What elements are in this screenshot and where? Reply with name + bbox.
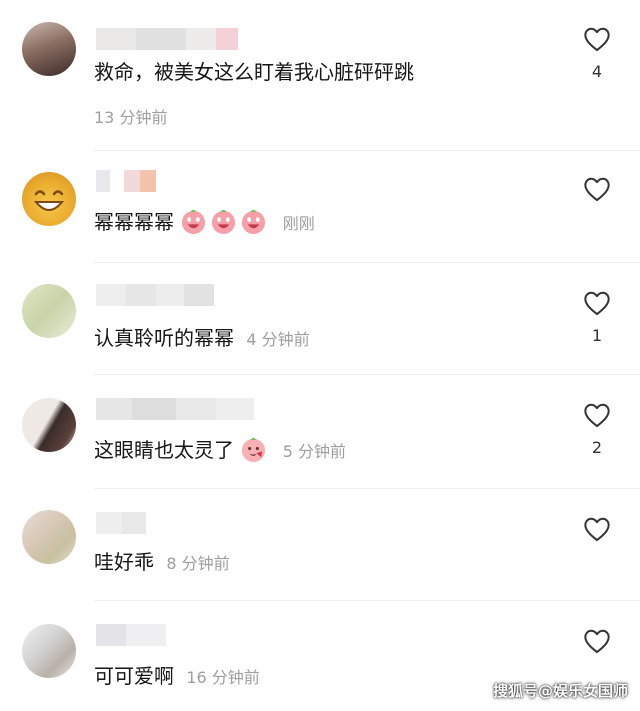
comment-item: 幂幂幂幂 刚刚	[0, 150, 640, 262]
like-count: 1	[591, 326, 603, 345]
like-count: 4	[591, 62, 603, 81]
avatar[interactable]	[22, 284, 76, 338]
comment-time: 16 分钟前	[186, 668, 260, 687]
comment-content: 幂幂幂幂	[94, 210, 174, 234]
username-blurred[interactable]	[96, 398, 254, 420]
like-button[interactable]: 2	[581, 402, 613, 457]
like-button[interactable]: 1	[581, 290, 613, 345]
username-blurred[interactable]	[96, 28, 238, 50]
like-button[interactable]	[581, 176, 613, 212]
username-blurred[interactable]	[96, 170, 156, 192]
comment-time: 5 分钟前	[282, 442, 346, 461]
comment-content: 可可爱啊	[94, 664, 174, 688]
comment-item: 救命，被美女这么盯着我心脏砰砰跳 13 分钟前 4	[0, 0, 640, 150]
username-blurred[interactable]	[96, 512, 146, 534]
like-button[interactable]	[581, 516, 613, 552]
username-blurred[interactable]	[96, 624, 166, 646]
laughing-face-icon	[33, 190, 65, 211]
like-count: 2	[591, 438, 603, 457]
comment-time: 4 分钟前	[246, 330, 310, 349]
pink-peach-face-icon	[212, 209, 236, 235]
watermark: 搜狐号@娱乐女国师	[492, 682, 628, 700]
like-button[interactable]	[581, 628, 613, 664]
heart-outline-icon	[584, 27, 610, 52]
avatar[interactable]	[22, 172, 76, 226]
comment-text: 救命，被美女这么盯着我心脏砰砰跳	[94, 58, 414, 86]
comment-content: 这眼睛也太灵了	[94, 438, 234, 462]
heart-outline-icon	[584, 177, 610, 202]
comment-content: 救命，被美女这么盯着我心脏砰砰跳	[94, 60, 414, 84]
comment-item: 哇好乖 8 分钟前	[0, 488, 640, 600]
comment-text: 幂幂幂幂 刚刚	[94, 208, 315, 238]
comment-time: 13 分钟前	[94, 108, 168, 127]
username-blurred[interactable]	[96, 284, 214, 306]
comment-time: 刚刚	[282, 214, 315, 233]
avatar[interactable]	[22, 510, 76, 564]
heart-outline-icon	[584, 517, 610, 542]
like-button[interactable]: 4	[581, 26, 613, 81]
comment-content: 哇好乖	[94, 550, 154, 574]
avatar[interactable]	[22, 22, 76, 76]
heart-outline-icon	[584, 629, 610, 654]
pink-peach-face-icon	[242, 437, 266, 463]
comment-text: 哇好乖 8 分钟前	[94, 548, 230, 578]
comment-text: 认真聆听的幂幂 4 分钟前	[94, 324, 310, 354]
comment-item: 这眼睛也太灵了 5 分钟前 2	[0, 374, 640, 488]
pink-peach-face-icon	[242, 209, 266, 235]
pink-peach-face-icon	[182, 209, 206, 235]
heart-outline-icon	[584, 403, 610, 428]
comment-text: 可可爱啊 16 分钟前	[94, 662, 260, 692]
comment-content: 认真聆听的幂幂	[94, 326, 234, 350]
comment-item: 认真聆听的幂幂 4 分钟前 1	[0, 262, 640, 374]
comment-text: 这眼睛也太灵了 5 分钟前	[94, 436, 346, 466]
avatar[interactable]	[22, 624, 76, 678]
heart-outline-icon	[584, 291, 610, 316]
comment-time: 8 分钟前	[166, 554, 230, 573]
avatar[interactable]	[22, 398, 76, 452]
